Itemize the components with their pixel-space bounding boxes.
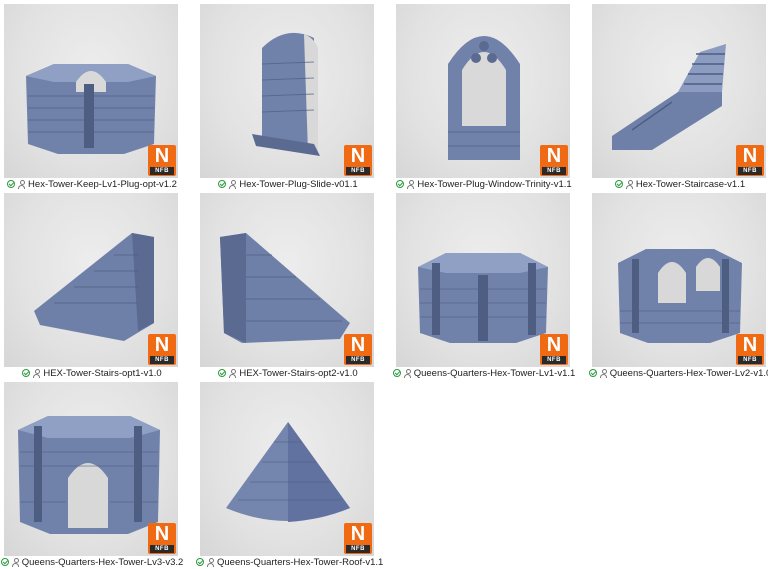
file-tile[interactable]: N NFB Hex-Tower-Keep-Lv1-Plug-opt-v1.2 bbox=[0, 0, 178, 190]
file-tile[interactable]: N NFB HEX-Tower-Stairs-opt1-v1.0 bbox=[0, 189, 178, 379]
file-tile[interactable]: N NFB Queens-Quarters-Hex-Tower-Lv1-v1.1 bbox=[392, 189, 575, 379]
thumbnail[interactable]: N NFB bbox=[592, 193, 766, 367]
person-icon bbox=[33, 369, 41, 378]
thumbnail[interactable]: N NFB bbox=[4, 4, 178, 178]
thumbnail[interactable]: N NFB bbox=[396, 4, 570, 178]
nfb-badge-icon: N NFB bbox=[148, 334, 176, 365]
thumbnail[interactable]: N NFB bbox=[200, 4, 374, 178]
file-tile[interactable]: N NFB Queens-Quarters-Hex-Tower-Lv3-v3.2 bbox=[0, 378, 183, 568]
file-caption: Queens-Quarters-Hex-Tower-Lv1-v1.1 bbox=[392, 368, 576, 380]
nfb-badge-icon: N NFB bbox=[540, 145, 568, 176]
file-name: Queens-Quarters-Hex-Tower-Roof-v1.1 bbox=[217, 557, 384, 568]
person-icon bbox=[599, 369, 607, 378]
person-icon bbox=[229, 369, 237, 378]
sync-ok-icon bbox=[22, 369, 31, 377]
file-tile[interactable]: N NFB Hex-Tower-Plug-Slide-v01.1 bbox=[196, 0, 374, 190]
nfb-badge-icon: N NFB bbox=[148, 523, 176, 554]
sync-ok-icon bbox=[614, 180, 623, 188]
sync-ok-icon bbox=[396, 180, 405, 188]
file-tile[interactable]: N NFB Queens-Quarters-Hex-Tower-Roof-v1.1 bbox=[196, 378, 383, 568]
sync-ok-icon bbox=[588, 369, 597, 377]
nfb-badge-icon: N NFB bbox=[344, 523, 372, 554]
person-icon bbox=[407, 180, 415, 189]
file-name: Queens-Quarters-Hex-Tower-Lv3-v3.2 bbox=[21, 557, 184, 568]
nfb-badge-icon: N NFB bbox=[736, 334, 764, 365]
sync-ok-icon bbox=[218, 369, 227, 377]
sync-ok-icon bbox=[392, 369, 401, 377]
thumbnail[interactable]: N NFB bbox=[592, 4, 766, 178]
file-tile[interactable]: N NFB HEX-Tower-Stairs-opt2-v1.0 bbox=[196, 189, 374, 379]
file-tile[interactable]: N NFB Hex-Tower-Staircase-v1.1 bbox=[588, 0, 766, 190]
file-tile[interactable]: N NFB Hex-Tower-Plug-Window-Trinity-v1.1 bbox=[392, 0, 572, 190]
thumbnail[interactable]: N NFB bbox=[4, 382, 178, 556]
file-name: Queens-Quarters-Hex-Tower-Lv2-v1.0 bbox=[609, 368, 768, 379]
person-icon bbox=[18, 180, 26, 189]
file-grid: N NFB Hex-Tower-Keep-Lv1-Plug-opt-v1.2 NN… bbox=[0, 0, 768, 568]
nfb-badge-icon: N NFB bbox=[148, 145, 176, 176]
person-icon bbox=[403, 369, 411, 378]
file-caption: Queens-Quarters-Hex-Tower-Roof-v1.1 bbox=[196, 557, 384, 569]
file-caption: Queens-Quarters-Hex-Tower-Lv3-v3.2 bbox=[0, 557, 184, 569]
nfb-badge-icon: N NFB bbox=[736, 145, 764, 176]
person-icon bbox=[625, 180, 633, 189]
file-tile[interactable]: N NFB Queens-Quarters-Hex-Tower-Lv2-v1.0 bbox=[588, 189, 768, 379]
thumbnail[interactable]: N NFB bbox=[200, 193, 374, 367]
nfb-badge-icon: N NFB bbox=[540, 334, 568, 365]
sync-ok-icon bbox=[218, 180, 227, 188]
thumbnail[interactable]: N NFB bbox=[396, 193, 570, 367]
sync-ok-icon bbox=[7, 180, 16, 188]
nfb-badge-icon: N NFB bbox=[344, 334, 372, 365]
file-name: Queens-Quarters-Hex-Tower-Lv1-v1.1 bbox=[413, 368, 576, 379]
nfb-badge-icon: N NFB bbox=[344, 145, 372, 176]
thumbnail[interactable]: N NFB bbox=[200, 382, 374, 556]
person-icon bbox=[229, 180, 237, 189]
file-caption: Queens-Quarters-Hex-Tower-Lv2-v1.0 bbox=[588, 368, 768, 380]
thumbnail[interactable]: N NFB bbox=[4, 193, 178, 367]
